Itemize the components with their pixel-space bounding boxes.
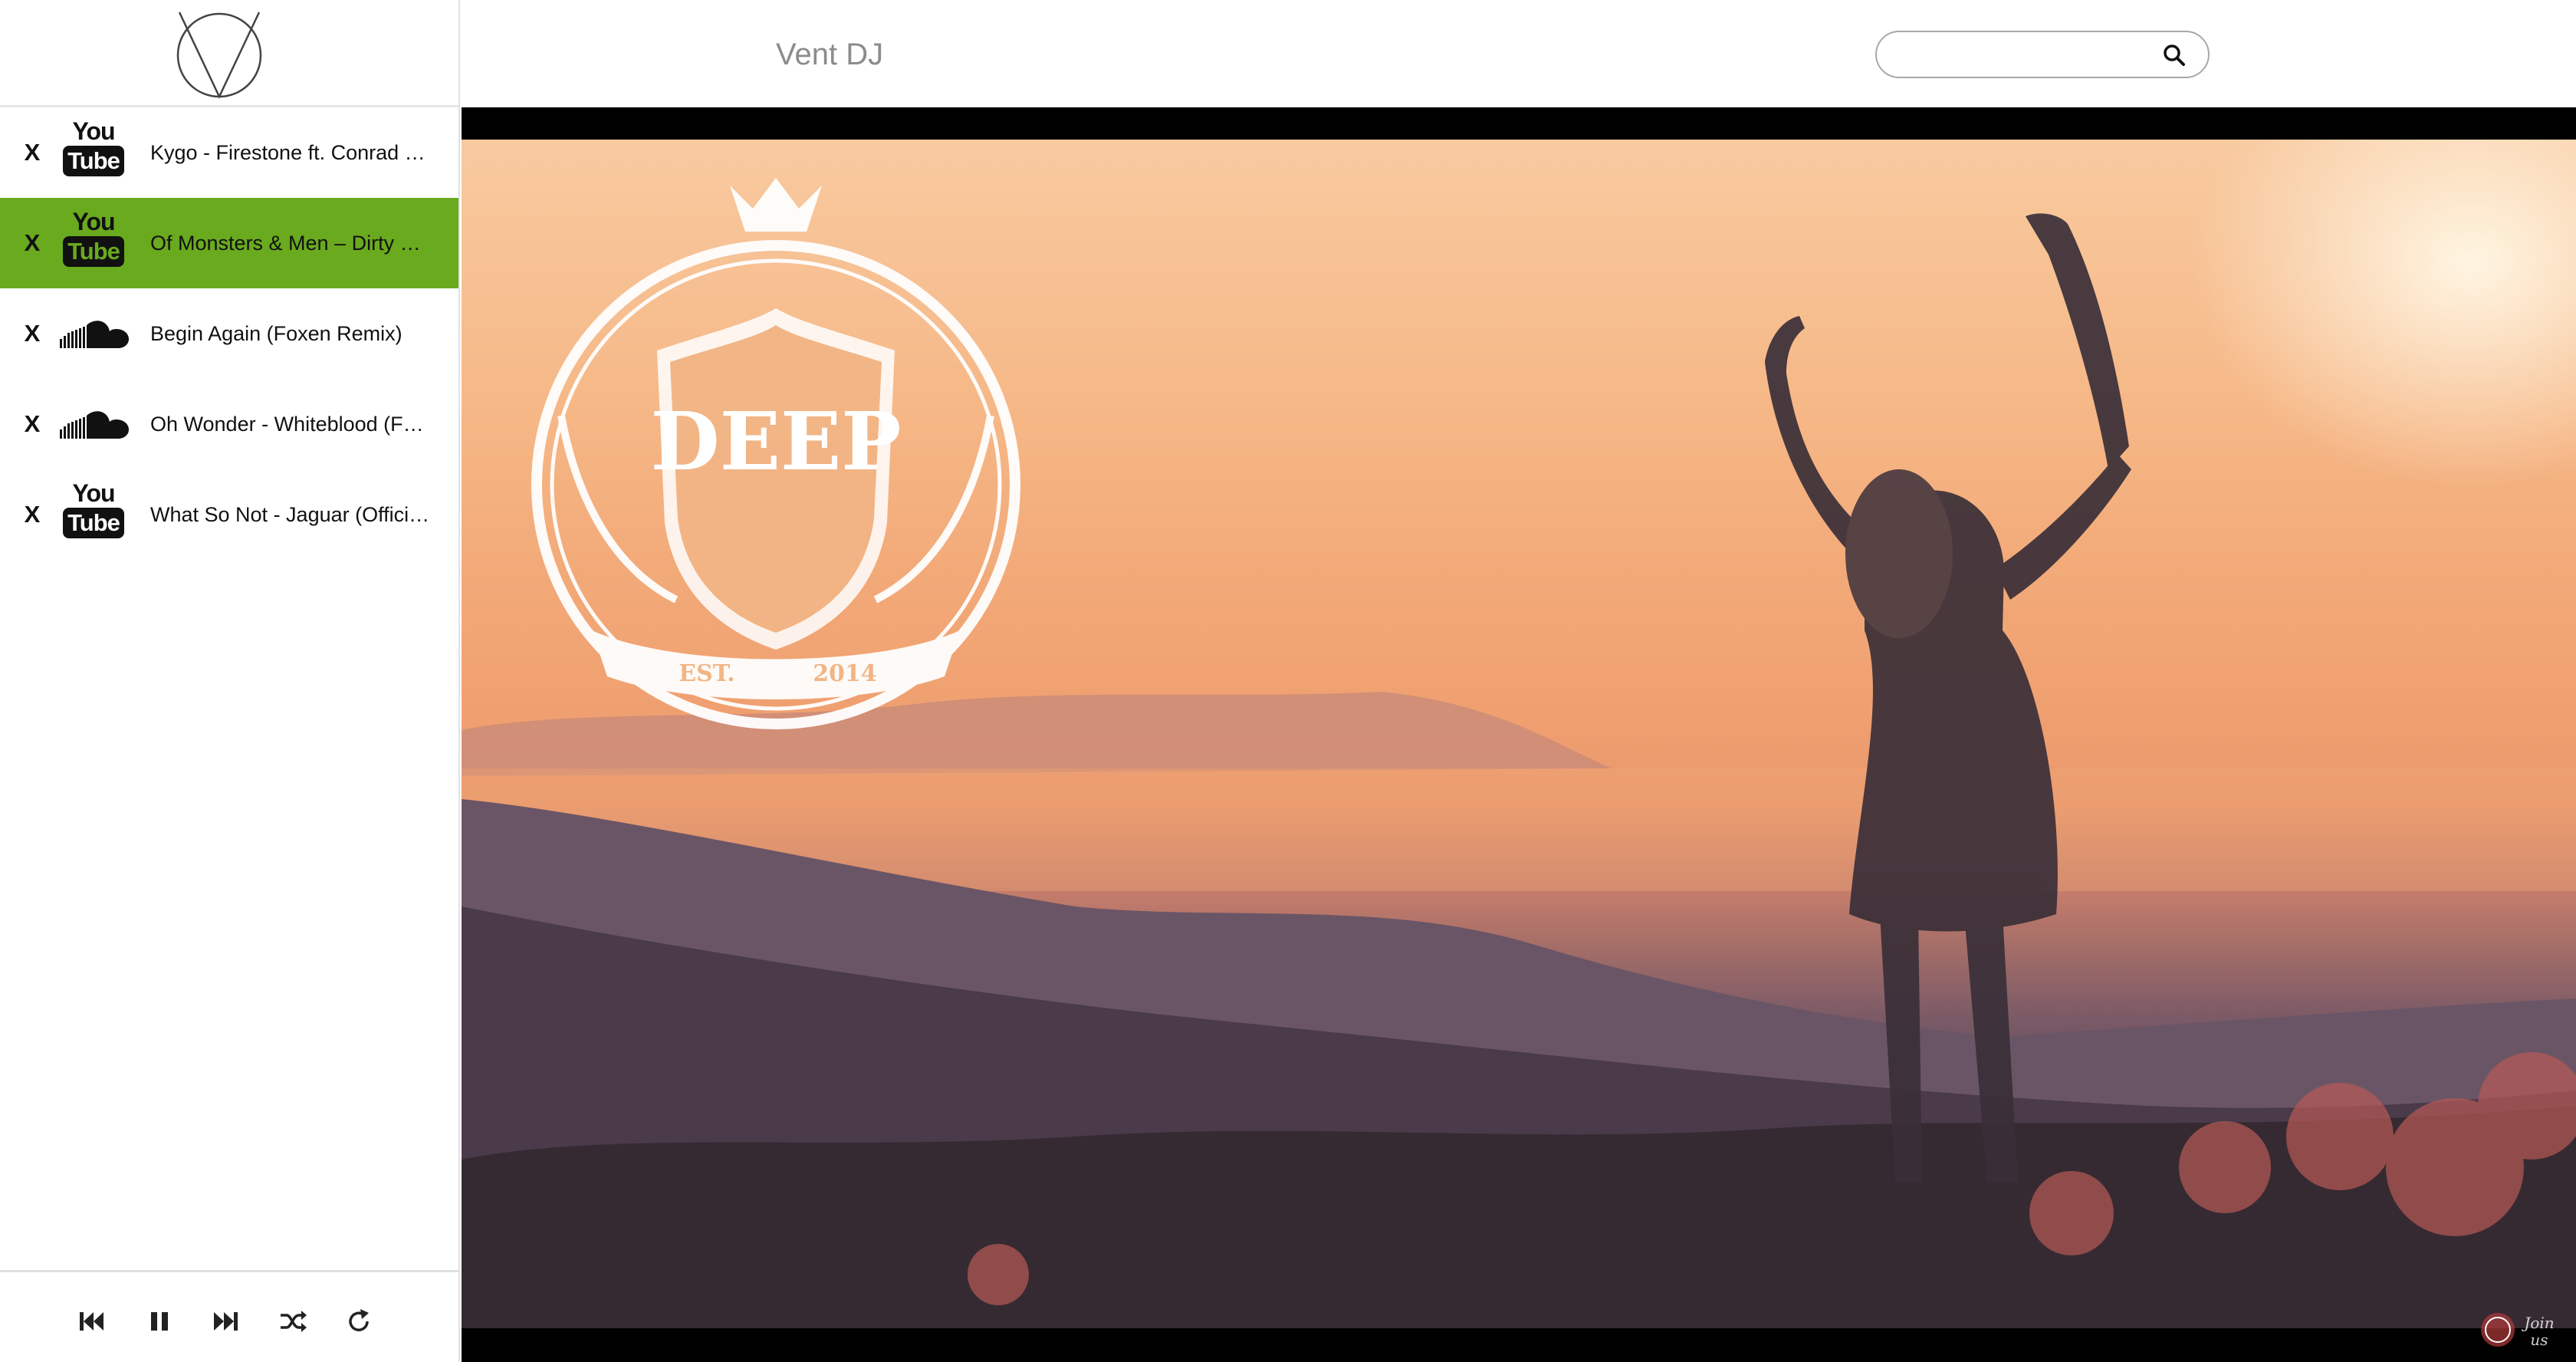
remove-track-button[interactable]: X xyxy=(21,379,43,469)
remove-track-button[interactable]: X xyxy=(21,288,43,379)
playlist-item-active[interactable]: X You Tube Of Monsters & Men – Dirty Paw… xyxy=(0,198,458,288)
video-scene-image: DEEP EST. 2014 xyxy=(462,178,2576,1328)
app-title: Vent DJ xyxy=(776,38,884,71)
vent-logo-icon[interactable] xyxy=(173,6,265,101)
youtube-icon: You Tube xyxy=(63,118,124,187)
svg-text:Join: Join xyxy=(2521,1314,2554,1332)
svg-text:2014: 2014 xyxy=(813,660,877,687)
search-bar[interactable] xyxy=(1875,31,2210,78)
track-title[interactable]: Of Monsters & Men – Dirty Paws xyxy=(150,198,434,288)
remove-track-button[interactable]: X xyxy=(21,107,43,198)
logo-area xyxy=(0,0,460,107)
playlist-item[interactable]: X You Tube Kygo - Firestone ft. Conrad S… xyxy=(0,107,458,198)
player-controls xyxy=(0,1270,460,1362)
playlist: X You Tube Kygo - Firestone ft. Conrad S… xyxy=(0,107,458,560)
pause-icon[interactable] xyxy=(144,1306,175,1337)
previous-icon[interactable] xyxy=(77,1306,107,1337)
soundcloud-icon xyxy=(60,390,129,459)
video-frame[interactable]: DEEP EST. 2014 xyxy=(462,140,2576,1328)
svg-text:DEEP: DEEP xyxy=(651,394,902,489)
track-title[interactable]: Kygo - Firestone ft. Conrad Sewell xyxy=(150,107,434,198)
soundcloud-icon xyxy=(60,299,129,368)
track-title[interactable]: Begin Again (Foxen Remix) xyxy=(150,288,434,379)
shuffle-icon[interactable] xyxy=(278,1306,308,1337)
repeat-icon[interactable] xyxy=(343,1306,374,1337)
track-title[interactable]: Oh Wonder - Whiteblood (Foxen Remix) xyxy=(150,379,434,469)
search-icon[interactable] xyxy=(2162,43,2187,67)
search-input[interactable] xyxy=(1895,38,2144,72)
video-player[interactable]: DEEP EST. 2014 Join us xyxy=(462,107,2576,1362)
playlist-item[interactable]: X Begin Again (Foxen Remix) xyxy=(0,288,458,379)
header: Vent DJ xyxy=(462,0,2576,107)
youtube-icon: You Tube xyxy=(63,480,124,549)
playlist-item[interactable]: X Oh Wonder - Whiteblood (Foxen Remix) xyxy=(0,379,458,469)
playlist-item[interactable]: X You Tube What So Not - Jaguar (Officia… xyxy=(0,469,458,560)
svg-text:EST.: EST. xyxy=(678,660,734,687)
remove-track-button[interactable]: X xyxy=(21,469,43,560)
youtube-icon: You Tube xyxy=(63,209,124,278)
remove-track-button[interactable]: X xyxy=(21,198,43,288)
sidebar: X You Tube Kygo - Firestone ft. Conrad S… xyxy=(0,0,460,1362)
track-title[interactable]: What So Not - Jaguar (Official Video) xyxy=(150,469,434,560)
next-icon[interactable] xyxy=(210,1306,241,1337)
svg-text:us: us xyxy=(2530,1331,2548,1349)
join-us-badge-icon[interactable]: Join us xyxy=(2478,1308,2562,1351)
